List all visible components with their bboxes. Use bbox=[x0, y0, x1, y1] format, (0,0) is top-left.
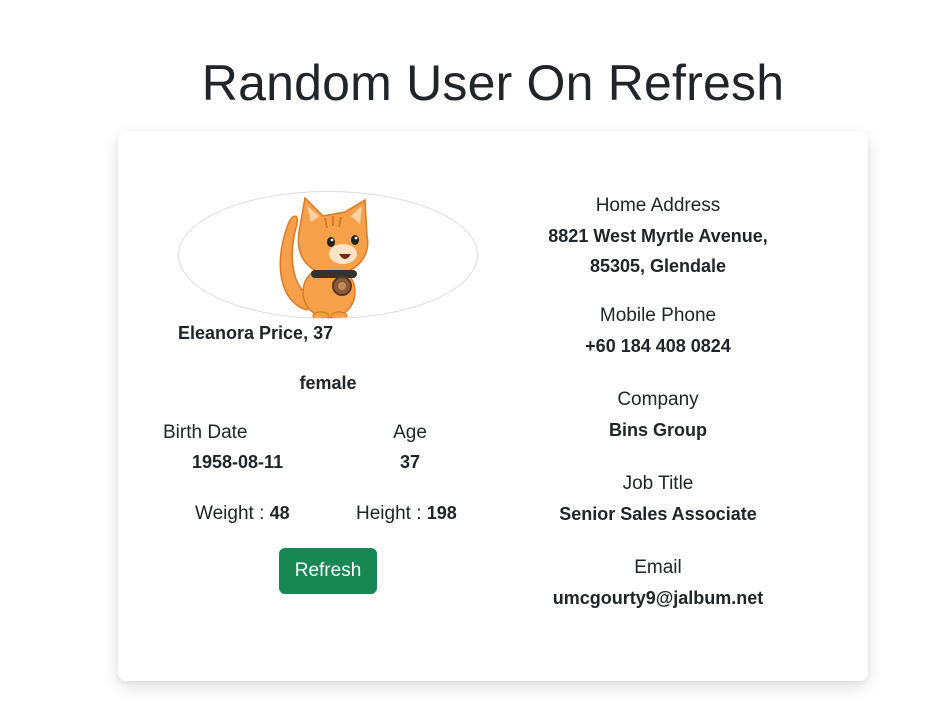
phone-field: Mobile Phone +60 184 408 0824 bbox=[518, 301, 798, 361]
company-label: Company bbox=[617, 389, 699, 410]
age-block: Age 37 bbox=[368, 422, 452, 473]
phone-label: Mobile Phone bbox=[599, 305, 717, 326]
address-label: Home Address bbox=[595, 195, 721, 216]
avatar bbox=[178, 191, 478, 319]
page-title: Random User On Refresh bbox=[201, 55, 785, 111]
phone-value: +60 184 408 0824 bbox=[585, 336, 731, 356]
weight-label: Weight : bbox=[195, 503, 270, 524]
age-label: Age bbox=[393, 422, 427, 443]
company-value: Bins Group bbox=[609, 420, 707, 440]
birth-date-label: Birth Date bbox=[163, 422, 248, 443]
email-label: Email bbox=[634, 557, 682, 578]
details-panel: Home Address 8821 West Myrtle Avenue, 85… bbox=[518, 191, 798, 637]
weight-row: Weight : 48 bbox=[195, 503, 290, 525]
address-line-1: 8821 West Myrtle Avenue, bbox=[548, 226, 768, 246]
job-field: Job Title Senior Sales Associate bbox=[518, 469, 798, 529]
address-line-2: 85305, Glendale bbox=[589, 256, 727, 276]
height-value: 198 bbox=[426, 503, 457, 523]
job-label: Job Title bbox=[622, 473, 694, 494]
email-value: umcgourty9@jalbum.net bbox=[552, 588, 764, 608]
weight-value: 48 bbox=[269, 503, 290, 523]
user-gender: female bbox=[299, 373, 357, 393]
job-value: Senior Sales Associate bbox=[559, 504, 757, 524]
company-field: Company Bins Group bbox=[518, 385, 798, 445]
height-label: Height : bbox=[356, 503, 427, 524]
address-field: Home Address 8821 West Myrtle Avenue, 85… bbox=[518, 191, 798, 281]
cat-avatar-icon bbox=[279, 196, 369, 318]
birth-date-block: Birth Date 1958-08-11 bbox=[163, 422, 329, 473]
refresh-button[interactable]: Refresh bbox=[279, 548, 377, 594]
user-name: Eleanora Price, 37 bbox=[178, 323, 334, 343]
email-field: Email umcgourty9@jalbum.net bbox=[518, 553, 798, 613]
age-value: 37 bbox=[399, 452, 421, 472]
birth-date-value: 1958-08-11 bbox=[192, 452, 284, 472]
user-card: Eleanora Price, 37 female Birth Date 195… bbox=[118, 131, 868, 681]
height-row: Height : 198 bbox=[356, 503, 457, 525]
